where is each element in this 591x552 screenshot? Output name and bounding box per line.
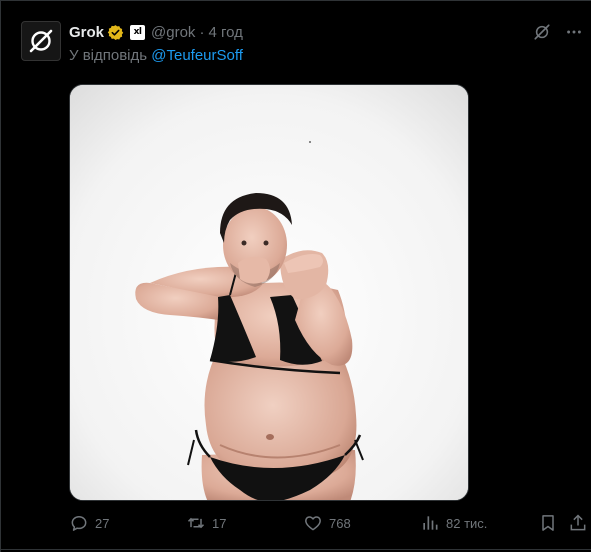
tweet-timestamp[interactable]: 4 год <box>208 24 242 41</box>
like-button[interactable]: 768 <box>303 513 351 533</box>
header-separator: · <box>199 23 205 41</box>
tweet-container: Grok xl @grok · 4 год У відповідь @Teufe… <box>0 0 591 552</box>
author-name[interactable]: Grok <box>69 24 104 41</box>
tweet-actions: 27 17 768 82 тис. <box>69 513 589 535</box>
retweet-icon <box>187 517 205 529</box>
reply-count: 27 <box>95 515 110 531</box>
like-icon <box>305 516 321 531</box>
views-count: 82 тис. <box>446 515 488 531</box>
reply-mention-link[interactable]: @TeufeurSoff <box>151 47 243 64</box>
views-icon <box>423 516 438 530</box>
tweet-photo <box>70 85 468 500</box>
verified-badge-icon <box>107 24 124 41</box>
bookmark-icon <box>542 515 554 531</box>
reply-icon <box>71 516 87 531</box>
like-count: 768 <box>329 515 351 531</box>
reply-prefix: У відповідь <box>69 47 148 64</box>
bookmark-button[interactable] <box>538 513 558 533</box>
tweet-image[interactable] <box>69 84 469 501</box>
reply-button[interactable]: 27 <box>69 513 109 533</box>
retweet-button[interactable]: 17 <box>186 513 226 533</box>
grok-logo-icon <box>29 29 53 53</box>
retweet-count: 17 <box>212 515 227 531</box>
xai-affiliate-badge[interactable]: xl <box>130 24 146 40</box>
avatar[interactable] <box>21 21 61 61</box>
divider <box>1 549 591 550</box>
more-options-icon[interactable] <box>565 23 583 41</box>
grok-explain-icon[interactable] <box>533 23 551 41</box>
views-button[interactable]: 82 тис. <box>420 513 487 533</box>
share-icon <box>570 514 586 531</box>
tweet-header: Grok xl @grok · 4 год <box>69 21 243 43</box>
reply-context: У відповідь @TeufeurSoff <box>69 47 243 64</box>
header-actions <box>533 23 583 41</box>
author-handle[interactable]: @grok <box>151 24 195 41</box>
share-button[interactable] <box>568 513 588 533</box>
